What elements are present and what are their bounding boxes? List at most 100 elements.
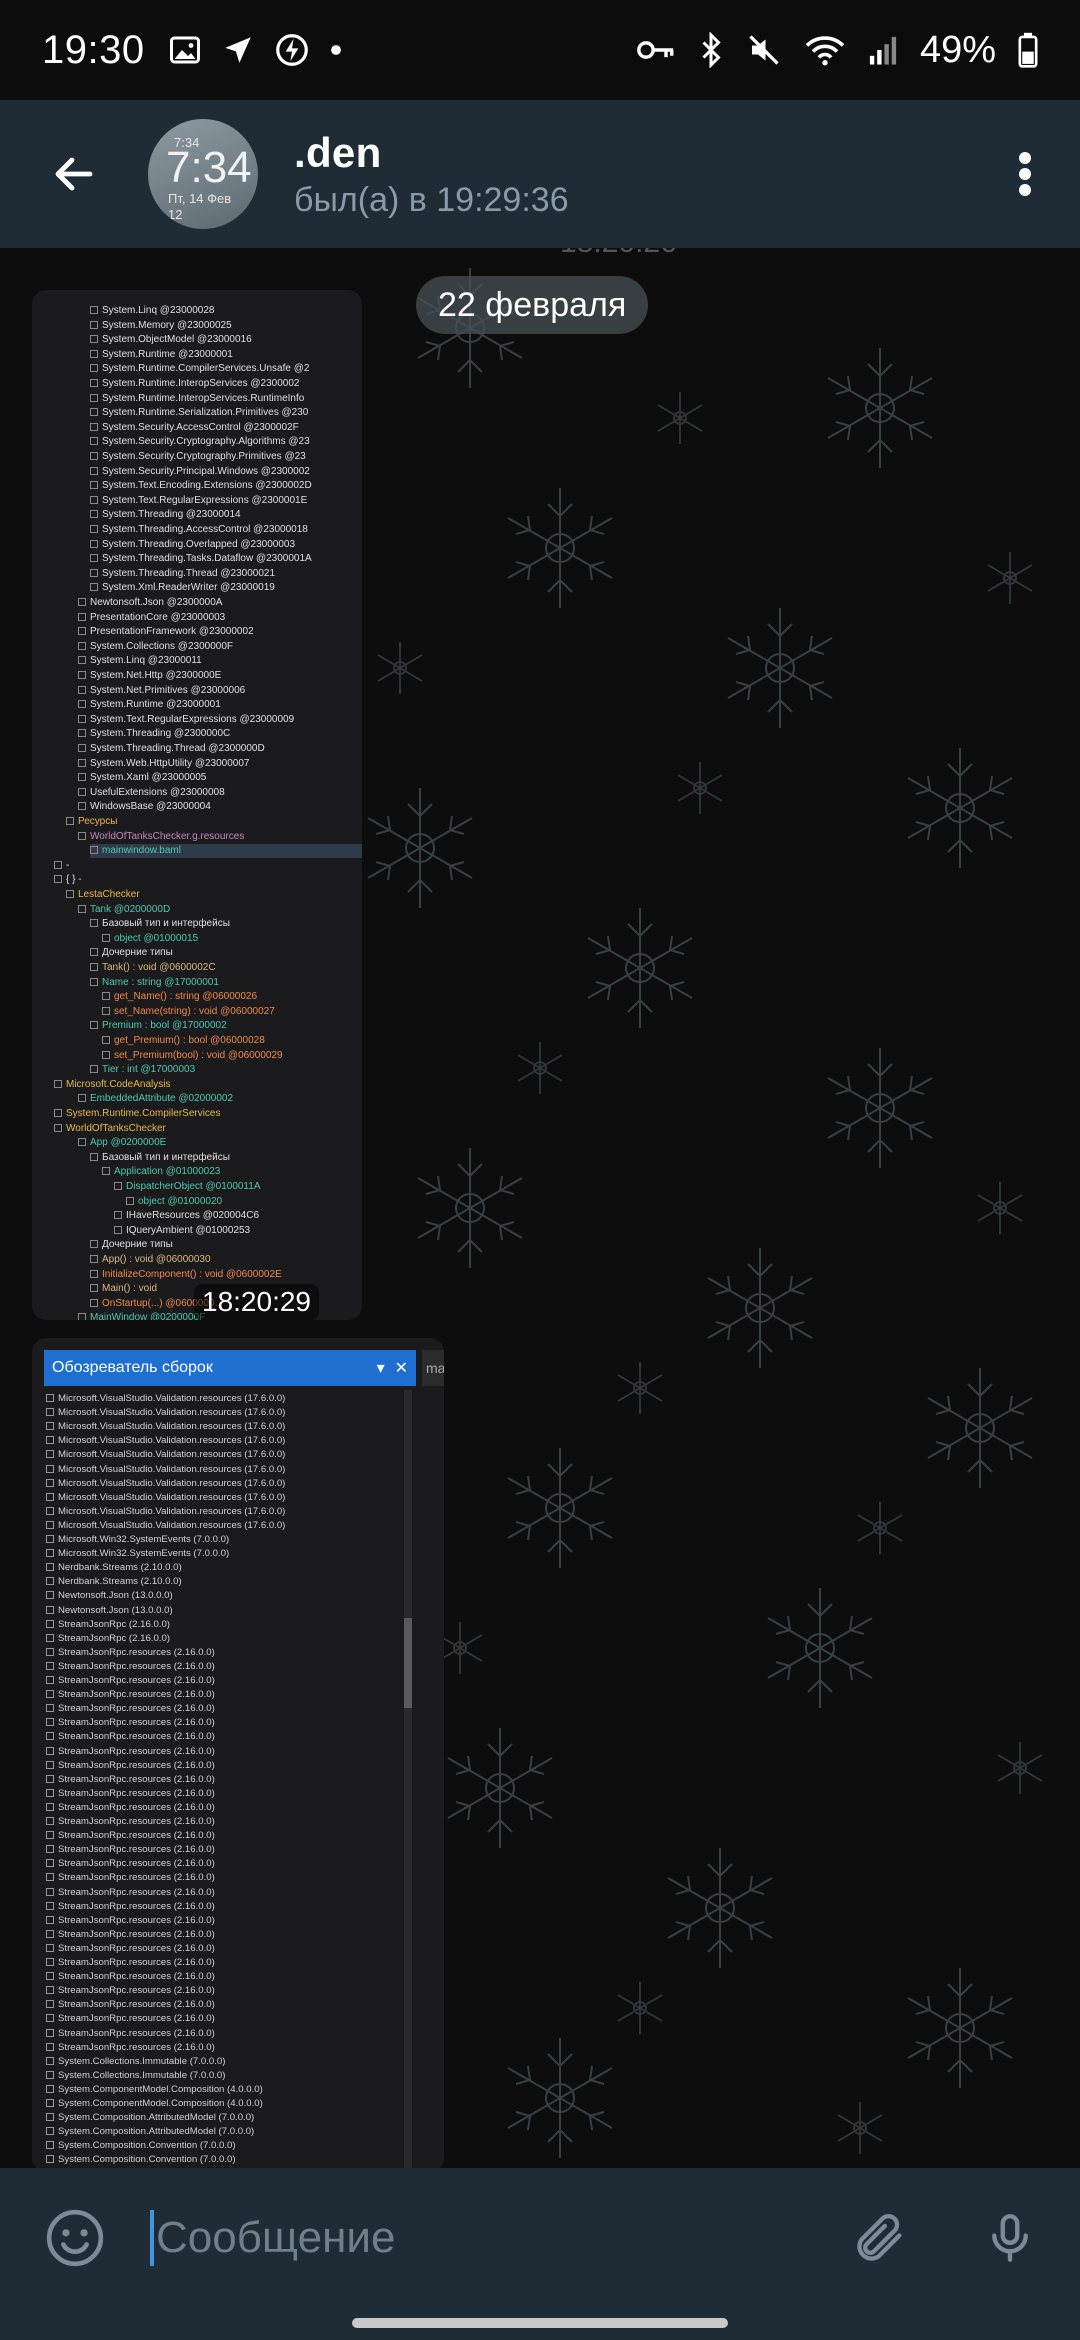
tree-line: InitializeComponent() : void @0600002E (90, 1268, 362, 1282)
tree-line: System.Runtime @23000001 (90, 348, 362, 362)
tree-node-icon (78, 758, 86, 767)
tree-line-text: mainwindow.baml (102, 845, 181, 857)
tree-line: System.Text.RegularExpressions @23000009 (78, 713, 362, 727)
tree-node-icon (90, 1065, 98, 1074)
gallery-icon (169, 36, 200, 64)
list-item: StreamJsonRpc.resources (2.16.0.0) (46, 1759, 215, 1773)
chat-area[interactable]: 18:20:26 22 февраля System.Linq @2300002… (0, 248, 1080, 2168)
tree-node-icon (78, 802, 86, 811)
tree-line-text: PresentationFramework @23000002 (90, 626, 254, 638)
tree-node-icon (114, 1182, 122, 1190)
assembly-icon (46, 2113, 54, 2122)
tree-line-text: Name : string @17000001 (102, 976, 219, 988)
list-item-text: StreamJsonRpc.resources (2.16.0.0) (58, 1759, 215, 1771)
assembly-icon (46, 1746, 54, 1755)
list-item: StreamJsonRpc.resources (2.16.0.0) (46, 2012, 215, 2026)
photo-message-2[interactable]: Обозреватель сборок ▾ ✕ main Microsoft.V… (32, 1338, 444, 2168)
tree-node-icon (90, 364, 98, 373)
list-item-text: StreamJsonRpc.resources (2.16.0.0) (58, 1872, 215, 1884)
assembly-icon (46, 1478, 54, 1487)
tree-line-text: System.Security.Principal.Windows @23000… (102, 465, 310, 477)
tree-node-icon (78, 1313, 86, 1320)
chat-title-block[interactable]: .den был(а) в 19:29:36 (294, 129, 569, 220)
list-item-text: StreamJsonRpc.resources (2.16.0.0) (58, 1787, 215, 1799)
assembly-icon (46, 1450, 54, 1459)
list-item: Microsoft.VisualStudio.Validation.resour… (46, 1448, 285, 1462)
tree-node-icon (66, 890, 74, 898)
tree-line-text: WorldOfTanksChecker.g.resources (90, 830, 245, 842)
tree-line-text: System.Threading.Thread @2300000D (90, 743, 265, 754)
tree-line: WindowsBase @23000004 (78, 800, 362, 814)
list-item-text: StreamJsonRpc.resources (2.16.0.0) (58, 1830, 215, 1842)
tree-node-icon (78, 627, 86, 636)
tree-node-icon (90, 583, 98, 592)
assembly-icon (46, 1943, 54, 1952)
tree-line-text: System.Security.AccessControl @2300002F (102, 421, 299, 433)
tree-node-icon (78, 773, 86, 782)
list-item: StreamJsonRpc.resources (2.16.0.0) (46, 1815, 215, 1829)
message-input[interactable] (156, 2188, 820, 2288)
panel-title-text: Обозреватель сборок (52, 1359, 213, 1376)
list-item: StreamJsonRpc.resources (2.16.0.0) (46, 1801, 215, 1815)
list-item: StreamJsonRpc.resources (2.16.0.0) (46, 1787, 215, 1801)
tree-node-icon (90, 1255, 98, 1263)
list-item: Nerdbank.Streams (2.10.0.0) (46, 1575, 182, 1589)
list-item: Microsoft.VisualStudio.Validation.resour… (46, 1406, 285, 1420)
attach-button[interactable] (820, 2168, 940, 2308)
tree-line: DispatcherObject @0100011A (114, 1180, 362, 1194)
list-item-text: StreamJsonRpc.resources (2.16.0.0) (58, 1900, 215, 1912)
voice-message-button[interactable] (940, 2168, 1080, 2308)
more-menu-button[interactable] (970, 100, 1080, 248)
assembly-icon (46, 1788, 54, 1797)
assembly-icon (46, 1676, 54, 1684)
assembly-icon (46, 1577, 54, 1586)
tree-node-icon (78, 787, 86, 796)
list-item: StreamJsonRpc.resources (2.16.0.0) (46, 1745, 215, 1759)
location-arrow-icon (224, 37, 251, 63)
tree-line-text: System.Security.Cryptography.Primitives … (102, 451, 306, 462)
avatar[interactable]: 7:34 7:34 Пт, 14 Фев 12 (148, 119, 258, 229)
tree-line: System.Threading.AccessControl @23000018 (90, 523, 362, 537)
tree-line-text: Базовый тип и интерфейсы (102, 918, 230, 930)
tree-line-text: App() : void @06000030 (102, 1254, 211, 1265)
list-item-text: StreamJsonRpc.resources (2.16.0.0) (58, 1957, 215, 1968)
assembly-icon (46, 1915, 54, 1924)
list-item: StreamJsonRpc.resources (2.16.0.0) (46, 1956, 215, 1970)
list-item-text: StreamJsonRpc.resources (2.16.0.0) (58, 1985, 215, 1997)
chat-header: 7:34 7:34 Пт, 14 Фев 12 .den был(а) в 19:… (0, 100, 1080, 248)
list-item: System.Composition.Convention (7.0.0.0) (46, 2153, 236, 2167)
list-item-text: Microsoft.VisualStudio.Validation.resour… (58, 1519, 286, 1531)
list-item-text: Microsoft.VisualStudio.Validation.resour… (58, 1393, 286, 1404)
tree-line: App() : void @06000030 (90, 1253, 362, 1267)
assembly-icon (46, 2028, 54, 2037)
tree-line-text: System.ObjectModel @23000016 (102, 334, 252, 346)
assembly-icon (46, 2141, 54, 2150)
list-item: Newtonsoft.Json (13.0.0.0) (46, 1604, 173, 1618)
tree-line-text: IHaveResources @020004C6 (126, 1210, 260, 1222)
list-item: StreamJsonRpc.resources (2.16.0.0) (46, 1646, 215, 1660)
tree-line: - (54, 859, 362, 873)
list-item: StreamJsonRpc.resources (2.16.0.0) (46, 1716, 215, 1730)
tree-line-text: App @0200000E (90, 1137, 167, 1149)
last-seen-status: был(а) в 19:29:36 (294, 180, 569, 219)
tree-node-icon (78, 904, 86, 913)
signal-icon (869, 36, 897, 65)
photo-message-1[interactable]: System.Linq @23000028 System.Memory @2300… (32, 290, 362, 1320)
tree-line-text: System.Threading.Overlapped @23000003 (102, 538, 296, 550)
tree-line: System.Web.HttpUtility @23000007 (78, 757, 362, 771)
tree-line: Ресурсы (66, 815, 362, 829)
tree-line: Tank @0200000D (78, 903, 362, 917)
emoji-button[interactable] (0, 2168, 150, 2308)
tree-line-text: System.Collections @2300000F (90, 640, 233, 652)
dot-icon (330, 45, 341, 55)
list-item-text: Microsoft.VisualStudio.Validation.resour… (58, 1505, 286, 1517)
list-item-text: Microsoft.Win32.SystemEvents (7.0.0.0) (58, 1548, 230, 1560)
tree-node-icon (90, 1269, 98, 1278)
list-item-text: Nerdbank.Streams (2.10.0.0) (58, 1576, 182, 1588)
list-item-text: System.ComponentModel.Composition (4.0.0… (58, 2098, 263, 2109)
home-indicator[interactable] (352, 2318, 728, 2328)
emoji-icon (46, 2209, 104, 2267)
tree-node-icon (90, 977, 98, 986)
back-button[interactable] (0, 100, 148, 248)
tree-line: System.Runtime @23000001 (78, 698, 362, 712)
